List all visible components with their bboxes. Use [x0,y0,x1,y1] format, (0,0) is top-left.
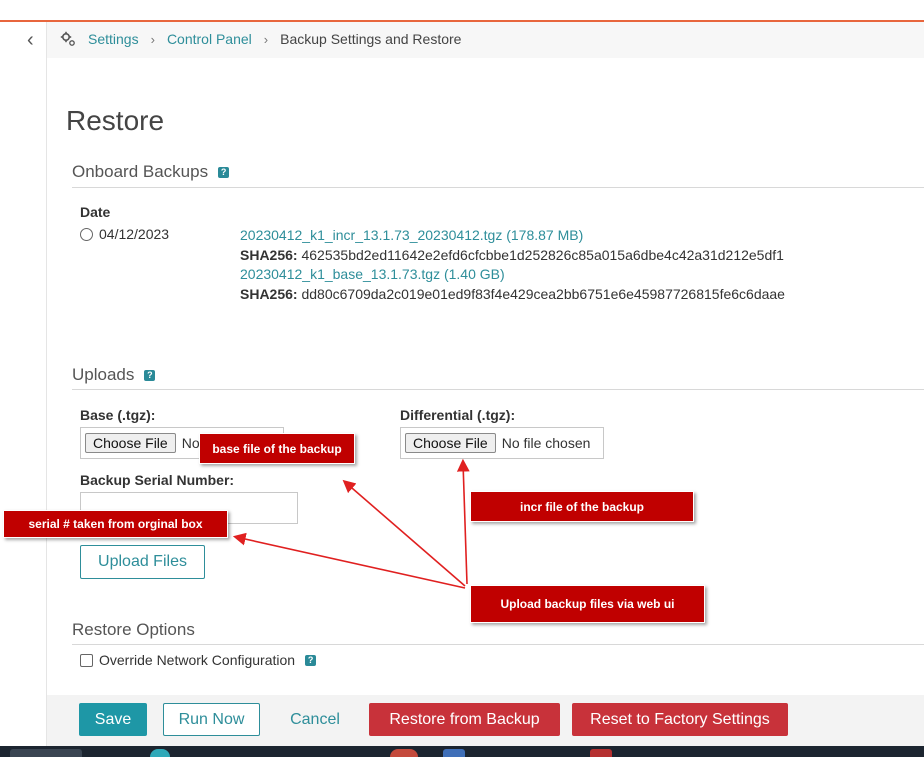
taskbar-app-icon[interactable] [590,749,612,757]
taskbar-app-icon[interactable] [390,749,418,757]
restore-options-title: Restore Options [72,620,195,639]
base-backup-sha: SHA256: dd80c6709da2c019e01ed9f83f4e429c… [240,285,785,305]
base-choose-file-button[interactable]: Choose File [85,433,176,453]
page-title: Restore [66,105,165,136]
help-icon[interactable]: ? [218,166,230,178]
save-button[interactable]: Save [79,703,147,736]
onboard-backups-heading: Onboard Backups ? [72,162,230,182]
backup-date-radio[interactable] [80,227,93,241]
annotation-incr-file: incr file of the backup [470,491,694,522]
breadcrumb: Settings › Control Panel › Backup Settin… [60,31,461,47]
date-column-label: Date [80,204,111,220]
override-network-label: Override Network Configuration [99,652,296,668]
base-file-label: Base (.tgz): [80,407,156,423]
uploads-heading: Uploads ? [72,365,156,385]
help-icon[interactable]: ? [305,654,317,666]
taskbar-app-icon[interactable] [443,749,465,757]
incr-backup-file-link[interactable]: 20230412_k1_incr_13.1.73_20230412.tgz (1… [240,226,785,246]
annotation-base-file: base file of the backup [199,433,355,464]
sha-value: dd80c6709da2c019e01ed9f83f4e429cea2bb675… [301,285,785,302]
override-network-checkbox[interactable] [80,653,93,667]
gear-icon [60,31,75,46]
differential-choose-file-button[interactable]: Choose File [405,433,496,453]
breadcrumb-settings-link[interactable]: Settings [88,31,139,47]
sha-label: SHA256: [240,246,298,263]
section-divider [72,389,924,390]
differential-file-label: Differential (.tgz): [400,407,516,423]
breadcrumb-separator: › [150,31,155,47]
backup-file-list: 20230412_k1_incr_13.1.73_20230412.tgz (1… [240,226,785,304]
taskbar-item[interactable] [10,749,82,757]
annotation-serial: serial # taken from orginal box [3,510,228,538]
backup-date-value: 04/12/2023 [99,226,170,242]
run-now-button[interactable]: Run Now [163,703,260,736]
base-backup-file-link[interactable]: 20230412_k1_base_13.1.73.tgz (1.40 GB) [240,265,785,285]
override-network-option[interactable]: Override Network Configuration ? [80,652,317,668]
backup-serial-label: Backup Serial Number: [80,472,235,488]
section-divider [72,187,924,188]
chevron-left-icon[interactable]: ‹ [27,30,34,50]
breadcrumb-separator: › [263,31,269,47]
sha-value: 462535bd2ed11642e2efd6cfcbbe1d252826c85a… [301,246,784,263]
backup-date-option[interactable]: 04/12/2023 [80,226,169,242]
breadcrumb-control-panel-link[interactable]: Control Panel [167,31,252,47]
upload-files-button[interactable]: Upload Files [80,545,205,579]
reset-factory-settings-button[interactable]: Reset to Factory Settings [572,703,788,736]
restore-from-backup-button[interactable]: Restore from Backup [369,703,560,736]
base-file-status: No [181,435,200,451]
onboard-backups-title: Onboard Backups [72,162,209,181]
taskbar-app-icon[interactable] [150,749,170,757]
differential-file-status: No file chosen [501,435,591,451]
left-nav-gutter [0,22,47,746]
section-divider [72,644,924,645]
differential-file-input[interactable]: Choose File No file chosen [400,427,604,459]
sha-label: SHA256: [240,285,298,302]
restore-options-heading: Restore Options [72,620,195,640]
uploads-title: Uploads [72,365,135,384]
breadcrumb-current: Backup Settings and Restore [280,31,462,47]
annotation-upload: Upload backup files via web ui [470,585,705,623]
cancel-button[interactable]: Cancel [280,703,350,736]
incr-backup-sha: SHA256: 462535bd2ed11642e2efd6cfcbbe1d25… [240,246,785,266]
help-icon[interactable]: ? [144,369,156,381]
